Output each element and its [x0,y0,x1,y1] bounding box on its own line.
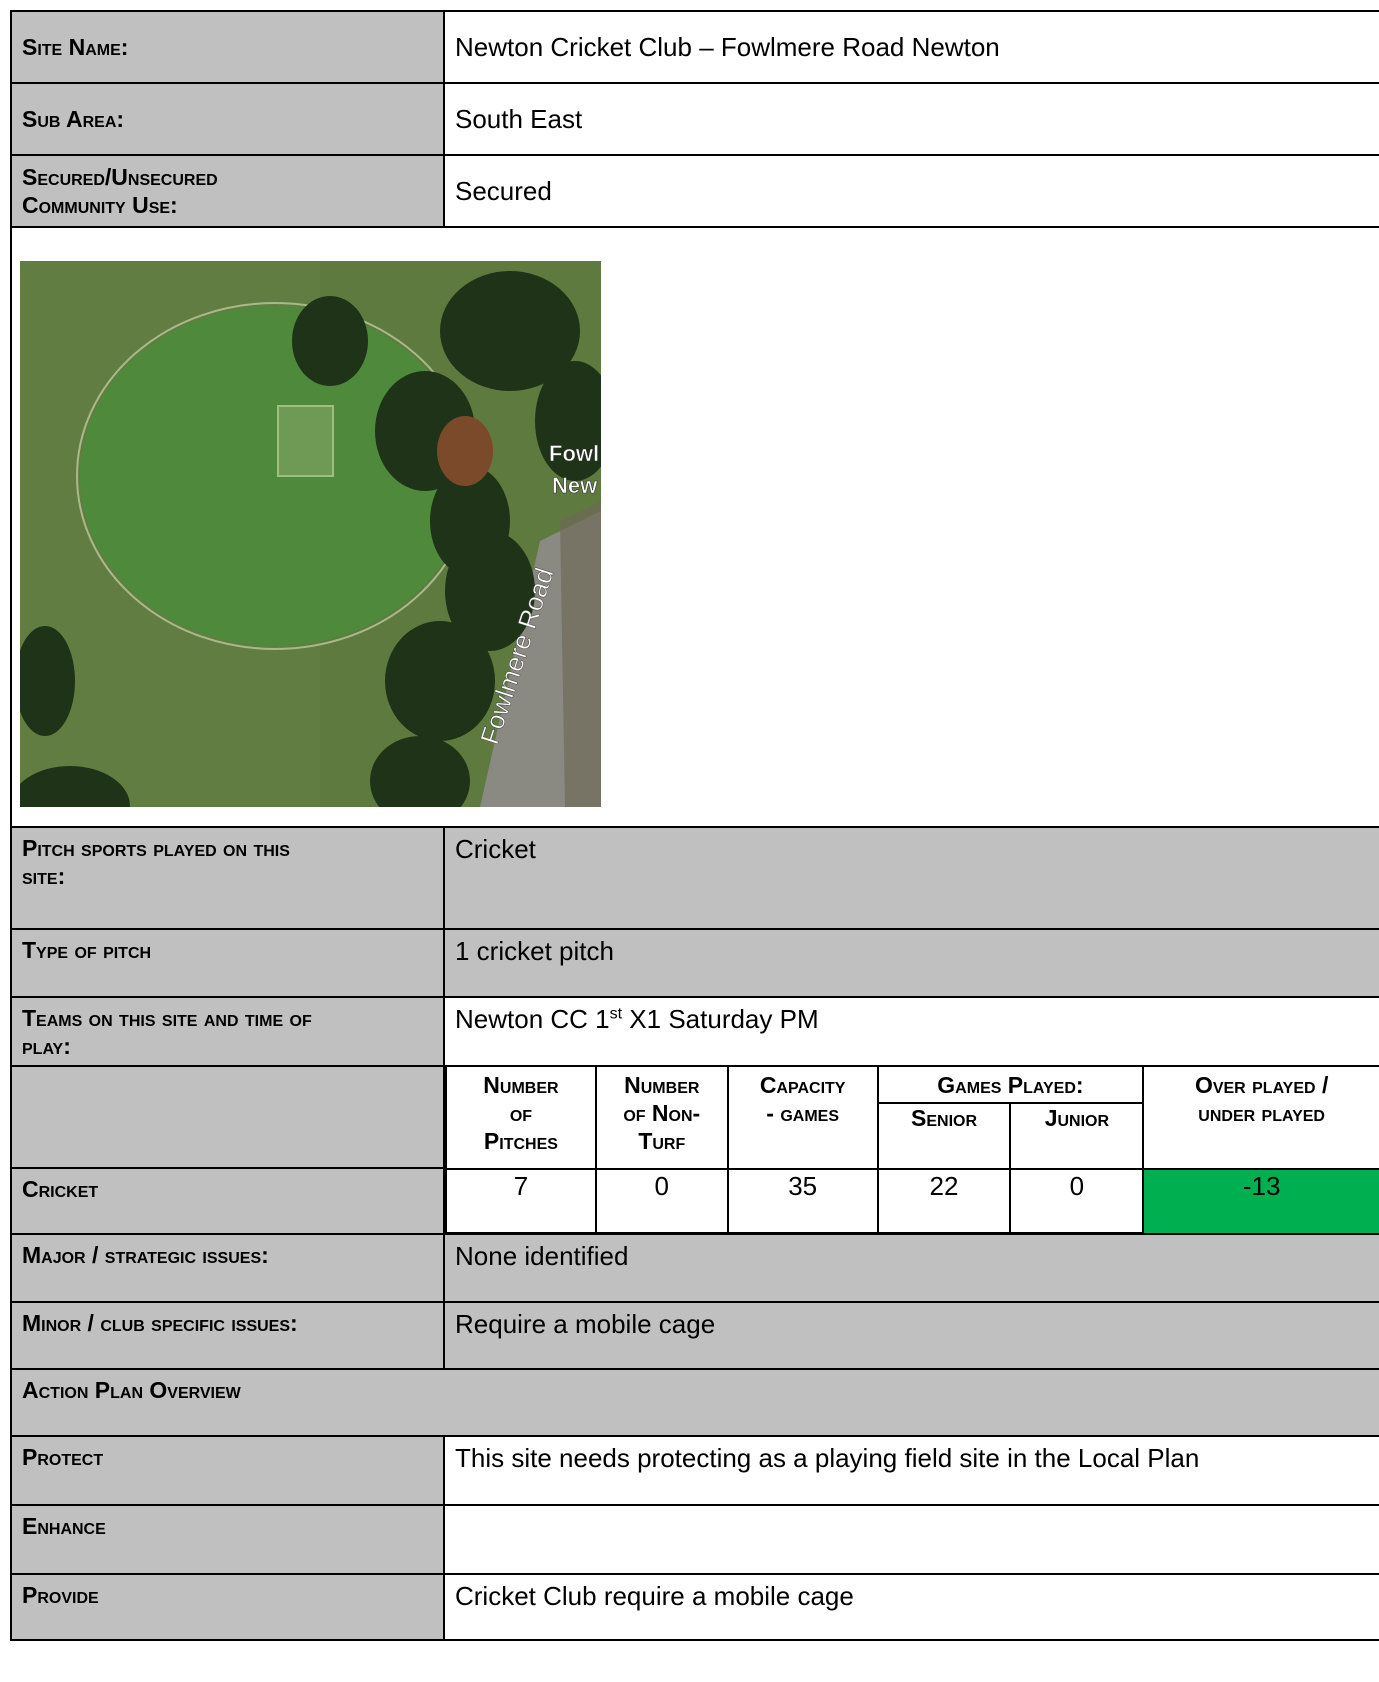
protect-value: This site needs protecting as a playing … [445,1437,1379,1504]
aerial-map-image: Fowl New Fowlmere Road [20,261,601,807]
sub-area-value: South East [445,84,1379,154]
site-name-label: Site Name: [10,12,445,82]
teams-value: Newton CC 1st X1 Saturday PM [445,998,1379,1065]
map-square [277,405,334,477]
stats-value-senior: 22 [876,1168,1012,1234]
aerial-image-row: Fowl New Fowlmere Road [10,228,1379,828]
stats-header-pitches-line3: Pitches [483,1128,558,1154]
map-verge [560,501,601,807]
stats-value-capacity: 35 [726,1168,879,1234]
stats-header-non-turf-line2: of Non- [623,1100,701,1126]
action-plan-heading: Action Plan Overview [10,1370,1379,1435]
pitch-sports-label: Pitch sports played on this site: [10,828,445,928]
teams-label-line2: play: [22,1033,71,1059]
pitch-sports-row: Pitch sports played on this site: Cricke… [10,828,1379,930]
stats-header-non-turf: Number of Non- Turf [594,1067,729,1170]
stats-value-over-under: -13 [1142,1168,1379,1233]
stats-header-blank [10,1067,445,1169]
stats-header-capacity-line2: - games [766,1100,840,1126]
stats-header-capacity: Capacity - games [726,1067,879,1170]
teams-value-prefix: Newton CC 1 [455,1004,610,1034]
teams-label-line1: Teams on this site and time of [22,1005,312,1031]
teams-label: Teams on this site and time of play: [10,998,445,1065]
community-use-value: Secured [445,156,1379,226]
stats-header-pitches: Number of Pitches [445,1067,597,1170]
community-use-label-line2: Community Use: [22,192,178,218]
action-plan-row: Action Plan Overview [10,1370,1379,1437]
provide-row: Provide Cricket Club require a mobile ca… [10,1575,1379,1641]
protect-label: Protect [10,1437,445,1504]
stats-header-senior: Senior [876,1102,1012,1170]
stats-header-games-played: Games Played: [876,1067,1145,1104]
stats-value-junior: 0 [1009,1168,1145,1234]
enhance-row: Enhance [10,1506,1379,1575]
pitch-type-row: Type of pitch 1 cricket pitch [10,930,1379,998]
pitch-sports-value: Cricket [445,828,1379,928]
provide-value: Cricket Club require a mobile cage [445,1575,1379,1639]
map-place-label-line2: New [552,473,598,498]
community-use-label: Secured/Unsecured Community Use: [10,156,445,226]
site-name-row: Site Name: Newton Cricket Club – Fowlmer… [10,10,1379,84]
enhance-value [445,1506,1379,1573]
stats-row-label: Cricket [10,1169,445,1233]
pitch-type-value: 1 cricket pitch [445,930,1379,996]
stats-header-junior: Junior [1009,1102,1145,1170]
stats-header-non-turf-line3: Turf [638,1128,686,1154]
teams-row: Teams on this site and time of play: New… [10,998,1379,1067]
site-assessment-sheet: Site Name: Newton Cricket Club – Fowlmer… [10,10,1379,1641]
map-autumn-tree [437,416,493,486]
teams-value-suffix: X1 Saturday PM [622,1004,819,1034]
major-issues-label: Major / strategic issues: [10,1235,445,1301]
stats-header-non-turf-line1: Number [624,1072,700,1098]
stats-header-pitches-line2: of [509,1100,533,1126]
pitch-sports-label-line2: site: [22,863,66,889]
major-issues-row: Major / strategic issues: None identifie… [10,1235,1379,1303]
provide-label: Provide [10,1575,445,1639]
stats-header-pitches-line1: Number [483,1072,559,1098]
community-use-label-line1: Secured/Unsecured [22,164,218,190]
stats-block: Cricket Number of Pitches Number of Non-… [10,1067,1379,1235]
minor-issues-value: Require a mobile cage [445,1303,1379,1368]
protect-row: Protect This site needs protecting as a … [10,1437,1379,1506]
stats-value-non-turf: 0 [594,1168,729,1234]
stats-header-over-under-line1: Over played / [1194,1072,1329,1098]
sub-area-label: Sub Area: [10,84,445,154]
enhance-label: Enhance [10,1506,445,1573]
minor-issues-row: Minor / club specific issues: Require a … [10,1303,1379,1370]
major-issues-value: None identified [445,1235,1379,1301]
sub-area-row: Sub Area: South East [10,84,1379,156]
stats-header-over-under-line2: under played [1198,1100,1325,1126]
site-name-value: Newton Cricket Club – Fowlmere Road Newt… [445,12,1379,82]
stats-table: Number of Pitches Number of Non- Turf Ca… [445,1067,1379,1234]
pitch-type-label: Type of pitch [10,930,445,996]
community-use-row: Secured/Unsecured Community Use: Secured [10,156,1379,228]
minor-issues-label: Minor / club specific issues: [10,1303,445,1368]
stats-header-capacity-line1: Capacity [759,1072,846,1098]
pitch-sports-label-line1: Pitch sports played on this [22,835,290,861]
map-place-label-line1: Fowl [549,441,599,466]
stats-header-over-under: Over played / under played [1142,1067,1379,1170]
stats-value-pitches: 7 [445,1168,597,1234]
teams-value-sup: st [609,1005,623,1023]
stats-label-column: Cricket [10,1067,445,1233]
